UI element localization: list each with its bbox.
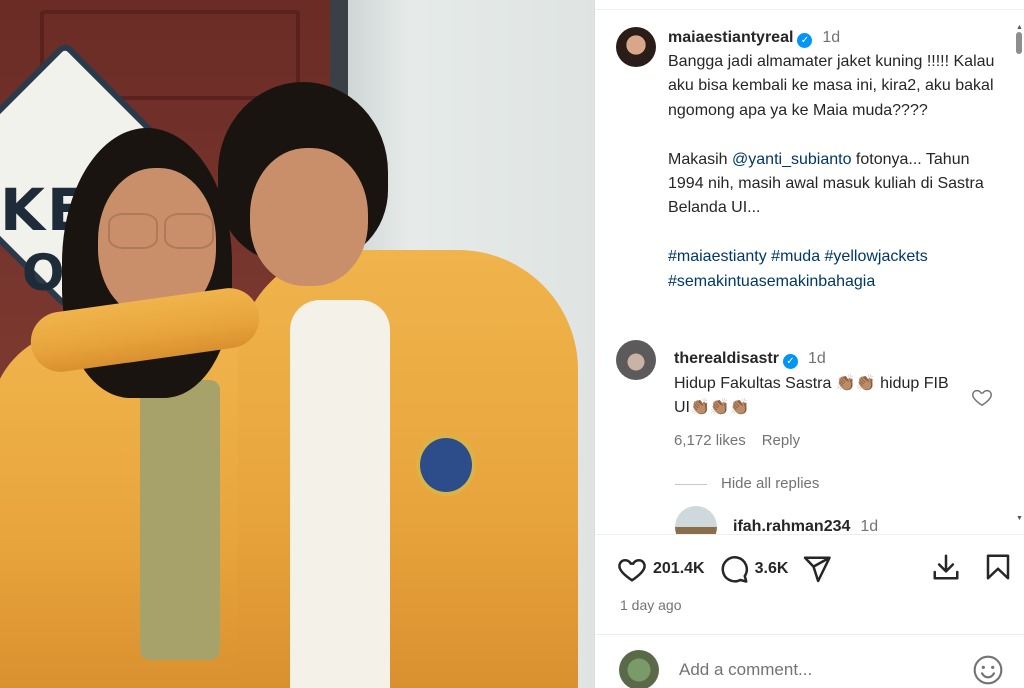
nested-reply-username[interactable]: ifah.rahman234 — [733, 518, 850, 534]
download-icon[interactable] — [931, 552, 961, 582]
caption-paragraph-2: Makasih @yanti_subianto fotonya... Tahun… — [668, 148, 998, 221]
nested-reply-header: ifah.rahman234 1d — [733, 518, 878, 534]
share-button[interactable] — [802, 554, 832, 584]
panel-topbar — [595, 0, 1024, 10]
current-user-avatar — [619, 650, 659, 688]
hide-replies-label: Hide all replies — [721, 475, 820, 492]
reply-avatar[interactable] — [616, 340, 656, 380]
scroll-thumb[interactable] — [1016, 32, 1022, 54]
post-header: maiaestiantyreal ✓ 1d — [668, 29, 840, 48]
author-avatar[interactable] — [616, 27, 656, 67]
comment-button[interactable]: 3.6K — [719, 554, 789, 584]
photo-blouse — [140, 380, 220, 660]
actions-divider — [595, 534, 1024, 535]
post-photo[interactable]: KEE OU — [0, 0, 594, 688]
hide-replies-line — [675, 483, 707, 485]
actions-row: 201.4K 3.6K — [617, 552, 846, 586]
post-caption: Bangga jadi almamater jaket kuning !!!!!… — [668, 50, 998, 294]
caption-hashtags[interactable]: #maiaestianty #muda #yellowjackets #sema… — [668, 245, 998, 294]
verified-icon: ✓ — [797, 33, 813, 48]
heart-icon[interactable] — [971, 386, 993, 408]
like-button[interactable]: 201.4K — [617, 554, 705, 584]
reply-button[interactable]: Reply — [762, 432, 800, 449]
comments-scrollbar[interactable]: ▲ ▼ — [1014, 24, 1024, 522]
reply-meta: 6,172 likes Reply — [674, 432, 800, 449]
reply-username[interactable]: therealdisastr — [674, 350, 779, 367]
photo-jacket-badge — [416, 434, 476, 496]
scroll-up-arrow[interactable]: ▲ — [1016, 24, 1023, 31]
emoji-icon[interactable] — [972, 654, 1004, 686]
nested-reply-time: 1d — [860, 518, 879, 534]
caption-text-pre: Makasih — [668, 150, 733, 168]
reply-time: 1d — [807, 350, 826, 367]
reply-header: therealdisastr ✓ 1d — [674, 350, 826, 369]
photo-glasses-l1 — [108, 213, 158, 249]
reply-text: Hidup Fakultas Sastra 👏🏽👏🏽 hidup FIB UI👏… — [674, 375, 949, 416]
comments-section[interactable]: maiaestiantyreal ✓ 1d Bangga jadi almamate… — [595, 10, 1013, 534]
post-date: 1 day ago — [620, 597, 682, 613]
share-icon[interactable] — [802, 554, 832, 584]
caption-paragraph-1: Bangga jadi almamater jaket kuning !!!!!… — [668, 53, 995, 119]
scroll-down-arrow[interactable]: ▼ — [1016, 515, 1023, 522]
post-time: 1d — [822, 29, 841, 46]
hide-replies-button[interactable]: Hide all replies — [675, 475, 819, 492]
photo-glasses-l2 — [164, 213, 214, 249]
author-username[interactable]: maiaestiantyreal — [668, 29, 793, 46]
verified-icon: ✓ — [782, 354, 798, 369]
reply-likes[interactable]: 6,172 likes — [674, 432, 746, 449]
comments-count[interactable]: 3.6K — [755, 560, 789, 578]
likes-count[interactable]: 201.4K — [653, 560, 705, 578]
mention-link[interactable]: @yanti_subianto — [732, 151, 851, 168]
nested-reply-avatar[interactable] — [675, 506, 717, 534]
photo-jacket-right — [238, 250, 578, 688]
photo-face-right — [250, 148, 368, 286]
comment-icon[interactable] — [719, 554, 749, 584]
add-comment-input[interactable]: Add a comment... — [679, 660, 812, 680]
heart-icon[interactable] — [617, 554, 647, 584]
photo-shirt — [290, 300, 390, 688]
post-sidebar: maiaestiantyreal ✓ 1d Bangga jadi almamate… — [594, 0, 1024, 688]
comment-divider — [595, 634, 1024, 635]
bookmark-icon[interactable] — [983, 552, 1013, 582]
